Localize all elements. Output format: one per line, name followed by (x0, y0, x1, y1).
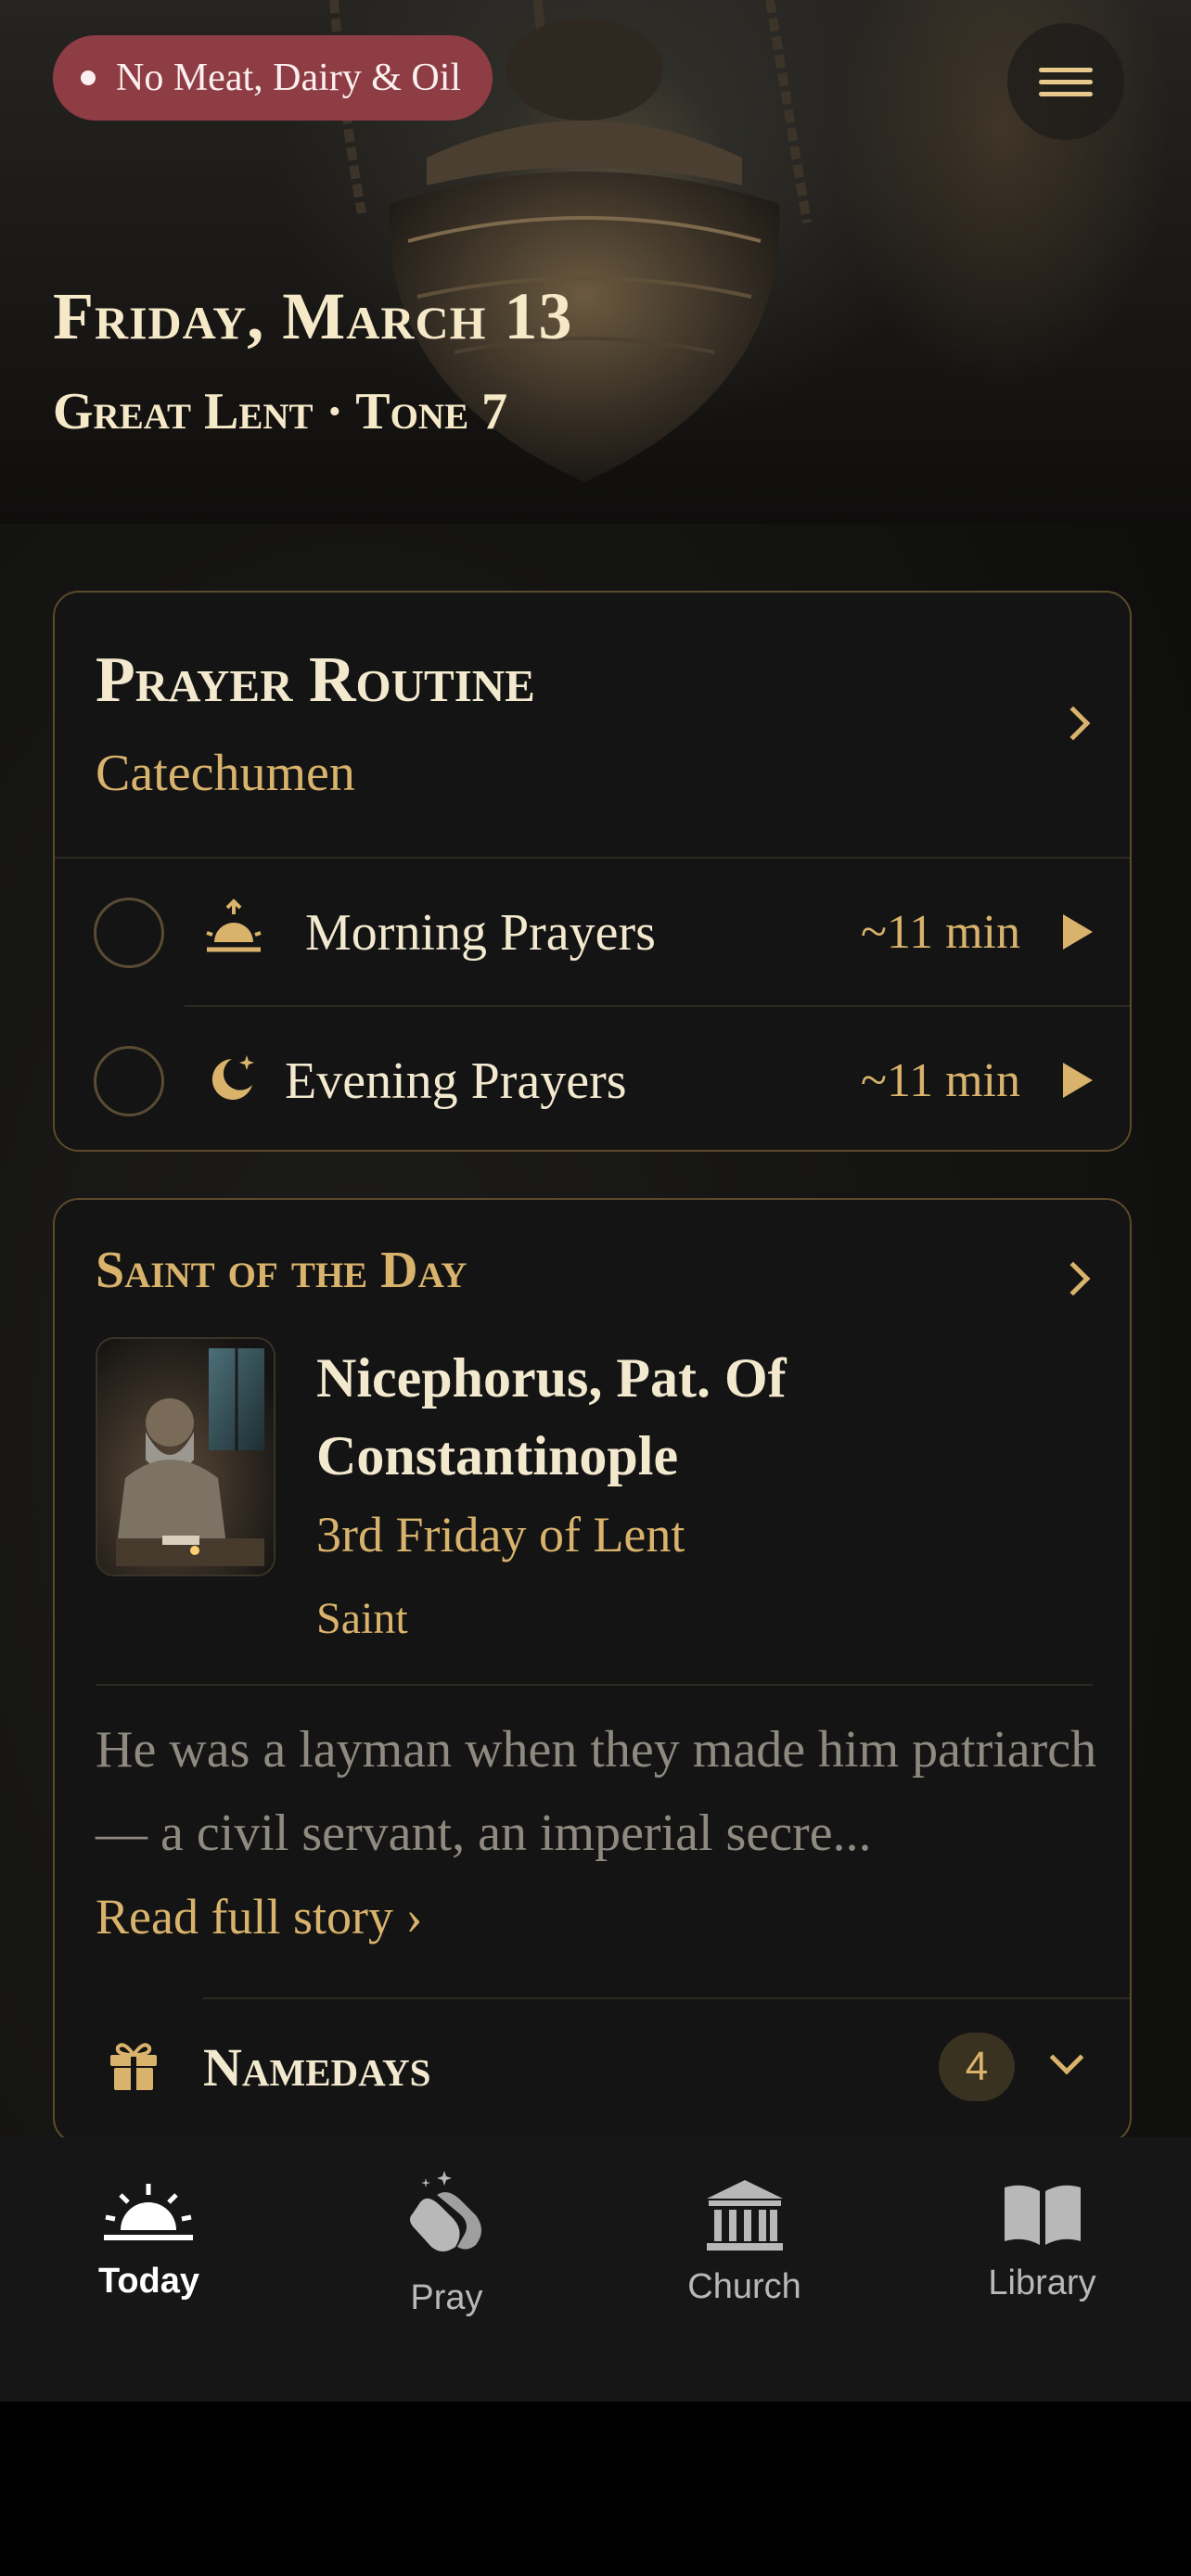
saint-name[interactable]: Nicephorus, Pat. Of Constantinople (316, 1339, 1095, 1495)
prayer-duration: ~11 min (860, 1054, 1020, 1107)
fasting-dot (81, 70, 96, 85)
tab-church[interactable]: Church (596, 2137, 893, 2402)
prayer-label: Morning Prayers (305, 904, 656, 962)
open-book-icon (1005, 2185, 1081, 2245)
chevron-right-icon[interactable] (1056, 1261, 1091, 1296)
liturgical-subtitle: Great Lent · Tone 7 (53, 383, 508, 440)
today-screen: No Meat, Dairy & Oil Friday, March 13 Gr… (0, 0, 1191, 2402)
prayer-item-evening[interactable]: Evening Prayers ~11 min (55, 1007, 1130, 1150)
tab-pray[interactable]: Pray (298, 2137, 596, 2402)
saint-type: Saint (316, 1594, 408, 1643)
hamburger-menu-icon (1039, 67, 1093, 72)
date-title: Friday, March 13 (53, 279, 573, 353)
tab-library[interactable]: Library (893, 2137, 1191, 2402)
menu-button[interactable] (1007, 23, 1124, 140)
saint-story-excerpt: He was a layman when they made him patri… (96, 1721, 1097, 1862)
completion-checkbox[interactable] (94, 898, 164, 968)
fasting-badge[interactable]: No Meat, Dairy & Oil (53, 35, 493, 121)
saint-section-heading: Saint of the Day (96, 1242, 467, 1299)
prayer-duration: ~11 min (860, 906, 1020, 959)
tab-label: Pray (410, 2278, 483, 2317)
gift-icon (110, 2043, 157, 2090)
moon-stars-icon (211, 1055, 254, 1100)
play-icon[interactable] (1063, 914, 1093, 950)
sunrise-icon (206, 899, 262, 952)
read-full-story-link[interactable]: Read full story › (96, 1888, 422, 1945)
bottom-tab-bar: Today Pray Church Library (0, 2137, 1191, 2402)
church-building-icon (707, 2180, 783, 2251)
chevron-right-icon (1056, 706, 1091, 741)
fasting-label: No Meat, Dairy & Oil (116, 57, 462, 99)
prayer-label: Evening Prayers (285, 1052, 627, 1110)
hero-banner: No Meat, Dairy & Oil Friday, March 13 Gr… (0, 0, 1191, 524)
saint-icon-image[interactable] (96, 1337, 275, 1576)
play-icon[interactable] (1063, 1063, 1093, 1098)
prayer-routine-card: Prayer Routine Catechumen Morning Prayer… (53, 591, 1132, 1152)
saint-feast: 3rd Friday of Lent (316, 1507, 685, 1562)
prayer-item-morning[interactable]: Morning Prayers ~11 min (55, 859, 1130, 1005)
tab-today[interactable]: Today (0, 2137, 298, 2402)
tab-label: Library (988, 2264, 1096, 2302)
tab-label: Church (687, 2267, 801, 2306)
completion-checkbox[interactable] (94, 1046, 164, 1116)
prayer-routine-title: Prayer Routine (96, 644, 535, 716)
prayer-routine-header[interactable]: Prayer Routine Catechumen (55, 593, 1130, 857)
namedays-count-badge: 4 (939, 2033, 1015, 2101)
prayer-routine-level: Catechumen (96, 745, 355, 802)
divider (96, 1684, 1093, 1686)
praying-hands-icon (410, 2171, 481, 2251)
sunrise-icon (104, 2184, 193, 2240)
tab-label: Today (97, 2262, 200, 2301)
saint-of-day-card: Saint of the Day Nicephorus, Pat. Of Con… (53, 1198, 1132, 2144)
namedays-label: Namedays (203, 2037, 431, 2098)
